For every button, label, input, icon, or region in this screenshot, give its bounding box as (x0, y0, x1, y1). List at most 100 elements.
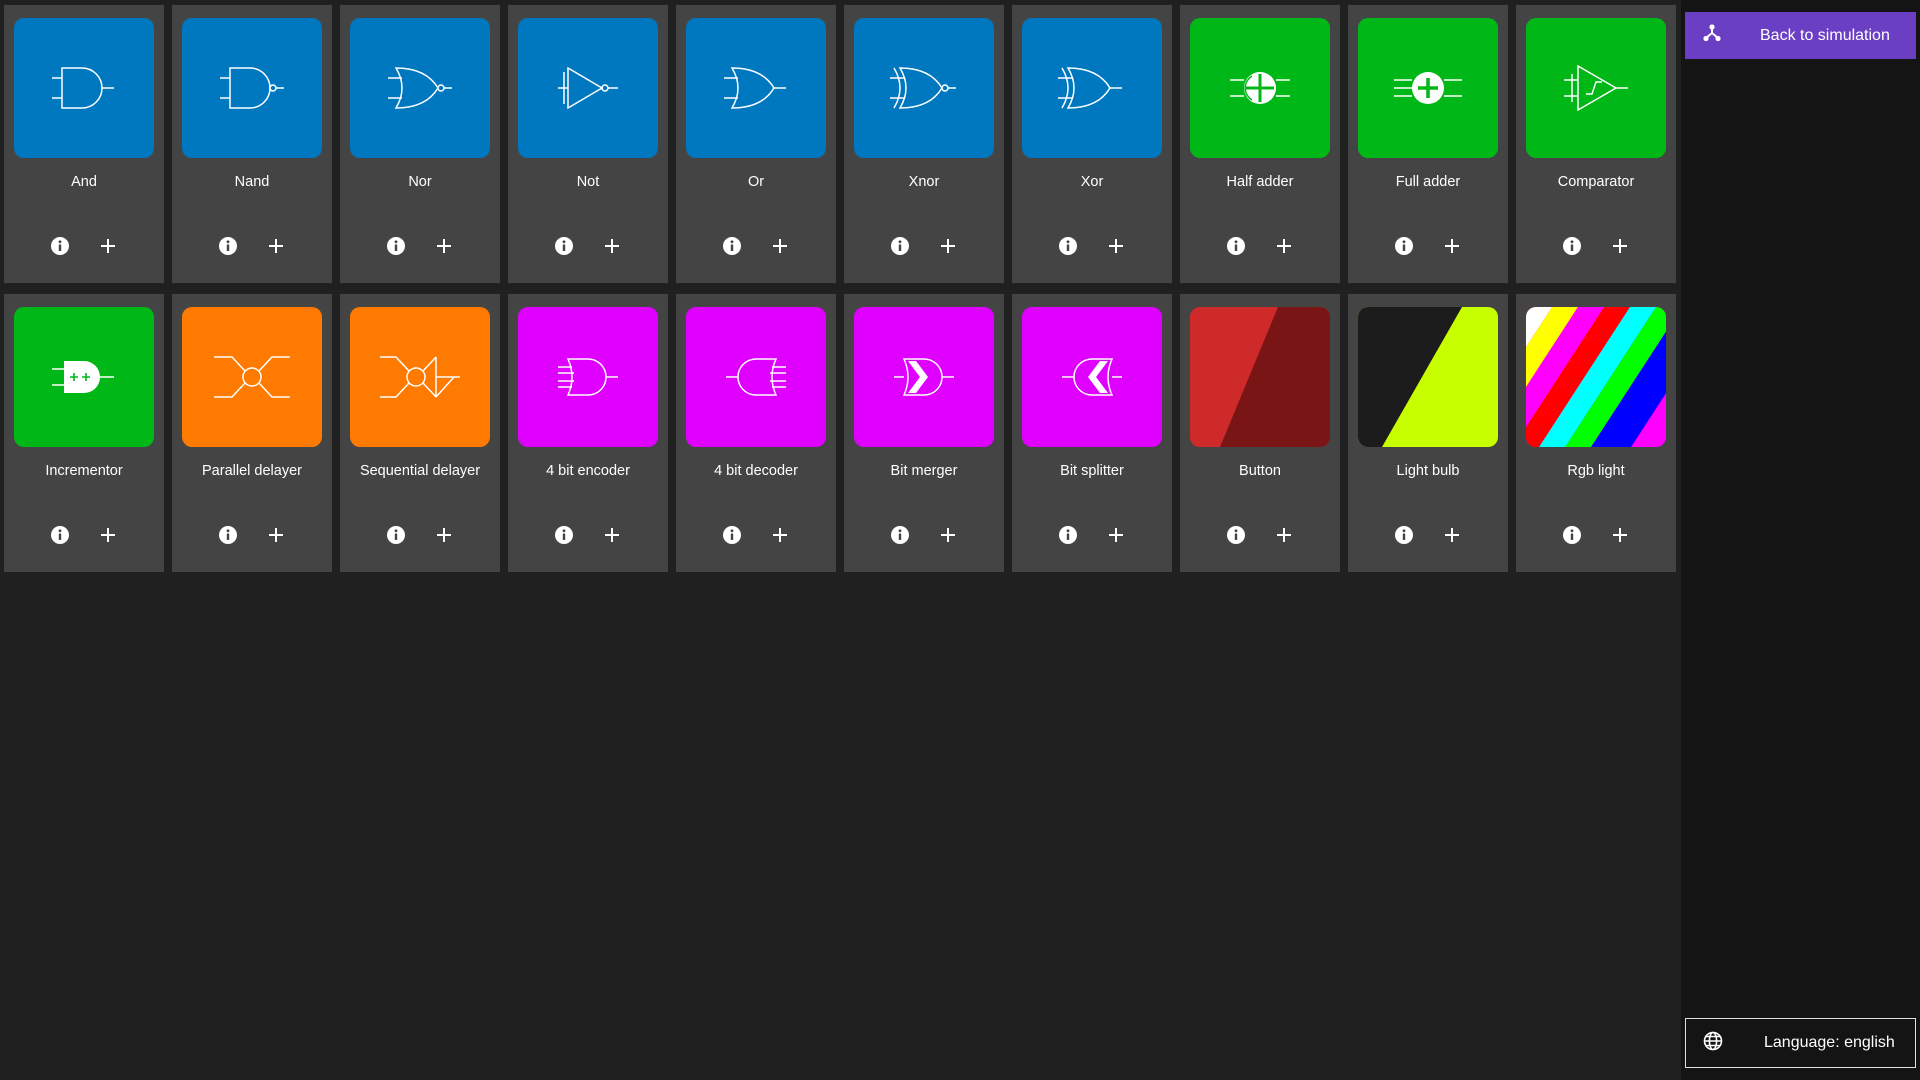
component-card-nand: Nand (172, 5, 332, 283)
info-icon[interactable] (1394, 236, 1414, 256)
light-bulb-preview-icon[interactable] (1358, 307, 1498, 447)
component-actions (4, 525, 164, 545)
component-card-comparator: Comparator (1516, 5, 1676, 283)
info-icon[interactable] (386, 236, 406, 256)
add-icon[interactable] (1106, 236, 1126, 256)
info-icon[interactable] (1562, 525, 1582, 545)
info-icon[interactable] (554, 525, 574, 545)
button-preview-icon[interactable] (1190, 307, 1330, 447)
component-name: Sequential delayer (359, 463, 481, 479)
component-card-nor: Nor (340, 5, 500, 283)
language-button[interactable]: Language: english (1685, 1018, 1916, 1068)
info-icon[interactable] (722, 236, 742, 256)
info-icon[interactable] (218, 236, 238, 256)
add-icon[interactable] (1442, 525, 1462, 545)
xor-gate-icon[interactable] (1022, 18, 1162, 158)
add-icon[interactable] (938, 236, 958, 256)
add-icon[interactable] (1274, 525, 1294, 545)
component-actions (4, 236, 164, 256)
nand-gate-icon[interactable] (182, 18, 322, 158)
language-label: Language: english (1764, 1034, 1895, 1051)
info-icon[interactable] (386, 525, 406, 545)
bit-merger-icon[interactable] (854, 307, 994, 447)
component-name: Bit splitter (1060, 463, 1124, 479)
add-icon[interactable] (602, 525, 622, 545)
add-icon[interactable] (266, 236, 286, 256)
info-icon[interactable] (50, 525, 70, 545)
add-icon[interactable] (98, 236, 118, 256)
info-icon[interactable] (1226, 525, 1246, 545)
parallel-delayer-icon[interactable] (182, 307, 322, 447)
add-icon[interactable] (266, 525, 286, 545)
back-to-simulation-button[interactable]: Back to simulation (1685, 12, 1916, 59)
rgb-light-preview-icon[interactable] (1526, 307, 1666, 447)
info-icon[interactable] (554, 236, 574, 256)
info-icon[interactable] (1058, 236, 1078, 256)
not-gate-icon[interactable] (518, 18, 658, 158)
component-card-half-adder: Half adder (1180, 5, 1340, 283)
xnor-gate-icon[interactable] (854, 18, 994, 158)
component-actions (844, 525, 1004, 545)
component-card-or: Or (676, 5, 836, 283)
component-name: Parallel delayer (202, 463, 302, 479)
add-icon[interactable] (602, 236, 622, 256)
add-icon[interactable] (1106, 525, 1126, 545)
add-icon[interactable] (434, 236, 454, 256)
component-name: Xnor (908, 174, 940, 190)
component-name: Bit merger (890, 463, 958, 479)
component-name: And (71, 174, 97, 190)
component-actions (1516, 236, 1676, 256)
half-adder-icon[interactable] (1190, 18, 1330, 158)
add-icon[interactable] (1442, 236, 1462, 256)
add-icon[interactable] (98, 525, 118, 545)
component-card-full-adder: Full adder (1348, 5, 1508, 283)
add-icon[interactable] (1274, 236, 1294, 256)
component-card-xor: Xor (1012, 5, 1172, 283)
add-icon[interactable] (938, 525, 958, 545)
component-card-parallel-delayer: Parallel delayer (172, 294, 332, 572)
component-name: 4 bit decoder (714, 463, 798, 479)
component-actions (172, 525, 332, 545)
info-icon[interactable] (218, 525, 238, 545)
component-name: Light bulb (1396, 463, 1460, 479)
info-icon[interactable] (1562, 236, 1582, 256)
nor-gate-icon[interactable] (350, 18, 490, 158)
component-card-incrementor: Incrementor (4, 294, 164, 572)
component-name: Nand (234, 174, 270, 190)
globe-icon (1702, 1030, 1724, 1057)
decoder-icon[interactable] (686, 307, 826, 447)
component-card-4-bit-decoder: 4 bit decoder (676, 294, 836, 572)
info-icon[interactable] (890, 525, 910, 545)
component-actions (676, 525, 836, 545)
add-icon[interactable] (770, 236, 790, 256)
info-icon[interactable] (1058, 525, 1078, 545)
info-icon[interactable] (50, 236, 70, 256)
add-icon[interactable] (434, 525, 454, 545)
component-actions (1012, 236, 1172, 256)
back-to-simulation-label: Back to simulation (1760, 26, 1890, 44)
component-actions (844, 236, 1004, 256)
comparator-icon[interactable] (1526, 18, 1666, 158)
component-actions (172, 236, 332, 256)
or-gate-icon[interactable] (686, 18, 826, 158)
add-icon[interactable] (770, 525, 790, 545)
incrementor-icon[interactable] (14, 307, 154, 447)
component-actions (676, 236, 836, 256)
info-icon[interactable] (1226, 236, 1246, 256)
component-name: Button (1239, 463, 1281, 479)
encoder-icon[interactable] (518, 307, 658, 447)
sequential-delayer-icon[interactable] (350, 307, 490, 447)
info-icon[interactable] (722, 525, 742, 545)
component-name: Comparator (1557, 174, 1635, 190)
add-icon[interactable] (1610, 525, 1630, 545)
full-adder-icon[interactable] (1358, 18, 1498, 158)
info-icon[interactable] (890, 236, 910, 256)
component-card-sequential-delayer: Sequential delayer (340, 294, 500, 572)
and-gate-icon[interactable] (14, 18, 154, 158)
component-name: Nor (408, 174, 432, 190)
component-card-button: Button (1180, 294, 1340, 572)
add-icon[interactable] (1610, 236, 1630, 256)
bit-splitter-icon[interactable] (1022, 307, 1162, 447)
info-icon[interactable] (1394, 525, 1414, 545)
component-card-bit-splitter: Bit splitter (1012, 294, 1172, 572)
